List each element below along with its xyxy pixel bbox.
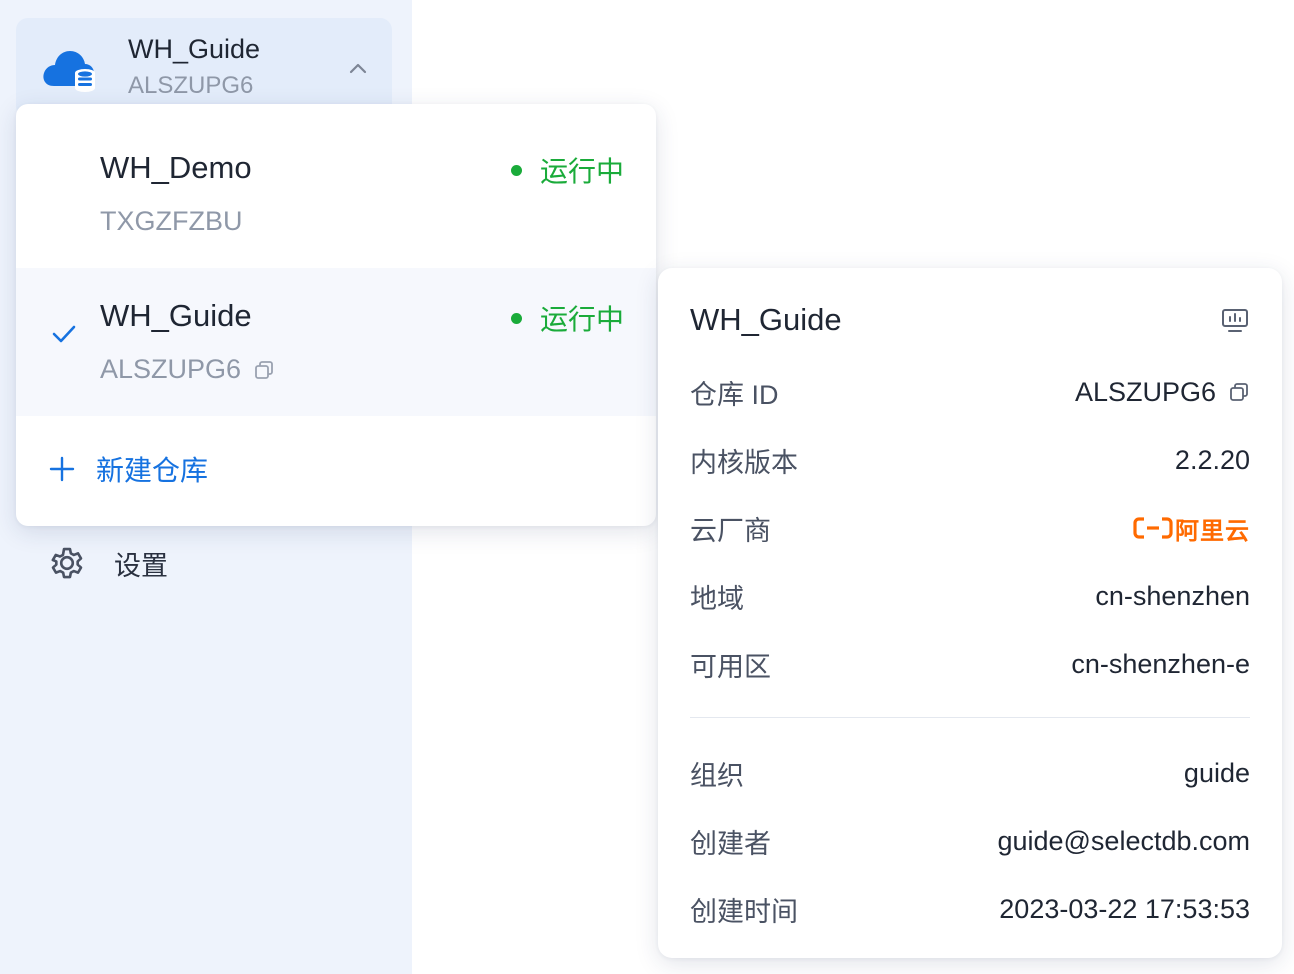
warehouse-option-name: WH_Guide	[100, 298, 252, 333]
warehouse-dropdown: WH_Demo TXGZFZBU 运行中 WH_Guide ALSZUPG6 运…	[16, 104, 656, 526]
detail-row-kernel-version: 内核版本 2.2.20	[690, 440, 1250, 480]
cloud-database-icon	[43, 51, 95, 92]
detail-key: 组织	[690, 760, 744, 791]
warehouse-detail-card: WH_Guide 仓库 ID ALSZUPG6 内核版本 2.2.20 云厂商	[658, 268, 1282, 958]
warehouse-option-guide[interactable]: WH_Guide ALSZUPG6 运行中	[16, 268, 656, 416]
settings-label: 设置	[114, 550, 168, 581]
warehouse-option-id-text: TXGZFZBU	[100, 206, 243, 236]
detail-row-warehouse-id: 仓库 ID ALSZUPG6	[690, 372, 1250, 412]
detail-key: 地域	[690, 583, 744, 614]
detail-row-organization: 组织 guide	[690, 753, 1250, 793]
check-icon	[52, 325, 76, 343]
detail-value: 2023-03-22 17:53:53	[999, 893, 1250, 924]
status-badge: 运行中	[510, 150, 624, 190]
warehouse-option-id: ALSZUPG6	[100, 354, 275, 385]
plus-icon	[49, 456, 75, 482]
warehouse-switcher[interactable]: WH_Guide ALSZUPG6	[16, 18, 392, 118]
gear-icon	[51, 547, 83, 579]
new-warehouse-button[interactable]: 新建仓库	[48, 444, 208, 494]
detail-row-created-time: 创建时间 2023-03-22 17:53:53	[690, 889, 1250, 929]
detail-key: 云厂商	[690, 515, 771, 546]
aliyun-logo-text: 阿里云	[1175, 517, 1250, 545]
detail-title: WH_Guide	[690, 302, 842, 337]
detail-value: guide	[1183, 757, 1250, 788]
detail-key: 可用区	[690, 651, 771, 682]
status-dot-icon	[510, 164, 522, 176]
warehouse-option-id: TXGZFZBU	[100, 206, 243, 237]
status-badge: 运行中	[510, 298, 624, 338]
detail-key: 创建时间	[690, 896, 798, 927]
detail-row-cloud-vendor: 云厂商 阿里云	[690, 508, 1250, 548]
detail-row-zone: 可用区 cn-shenzhen-e	[690, 644, 1250, 684]
sidebar-item-settings[interactable]: 设置	[46, 538, 346, 588]
divider	[690, 717, 1250, 718]
copy-icon[interactable]	[253, 359, 275, 381]
warehouse-option-id-text: ALSZUPG6	[100, 354, 242, 384]
warehouse-option-name: WH_Demo	[100, 150, 252, 185]
status-text: 运行中	[539, 156, 624, 187]
detail-value: cn-shenzhen-e	[1071, 648, 1250, 679]
copy-icon[interactable]	[1228, 381, 1250, 403]
current-warehouse-id: ALSZUPG6	[128, 72, 254, 99]
warehouse-option-demo[interactable]: WH_Demo TXGZFZBU 运行中	[16, 104, 656, 252]
detail-value: ALSZUPG6	[1075, 377, 1250, 408]
status-dot-icon	[510, 312, 522, 324]
detail-value: guide@selectdb.com	[997, 825, 1250, 856]
detail-value: cn-shenzhen	[1095, 580, 1250, 611]
monitor-icon[interactable]	[1220, 306, 1250, 336]
detail-value: 2.2.20	[1174, 444, 1250, 475]
detail-key: 创建者	[690, 828, 771, 859]
detail-key: 内核版本	[690, 447, 798, 478]
detail-row-creator: 创建者 guide@selectdb.com	[690, 821, 1250, 861]
current-warehouse-name: WH_Guide	[128, 34, 261, 64]
detail-key: 仓库 ID	[690, 379, 779, 410]
aliyun-logo-mark	[1133, 517, 1173, 539]
status-text: 运行中	[539, 304, 624, 335]
detail-row-region: 地域 cn-shenzhen	[690, 576, 1250, 616]
new-warehouse-label: 新建仓库	[96, 455, 209, 486]
chevron-up-icon[interactable]	[346, 58, 370, 78]
detail-value-text: ALSZUPG6	[1074, 376, 1216, 407]
aliyun-logo: 阿里云	[1133, 511, 1250, 546]
